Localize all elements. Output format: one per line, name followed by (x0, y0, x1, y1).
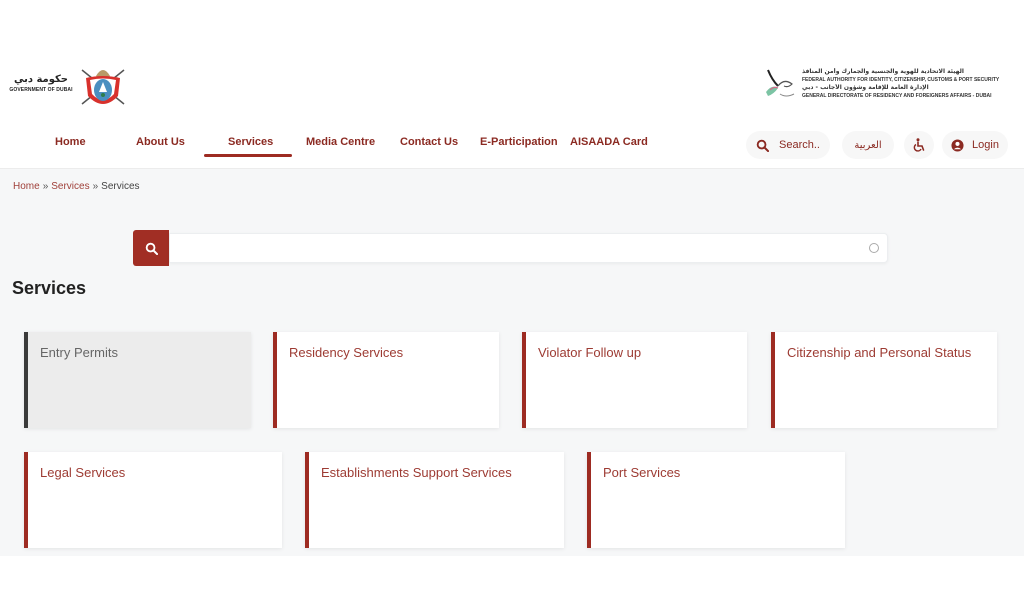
nav-item-aisaada-card[interactable]: AISAADA Card (570, 136, 648, 148)
search-icon (756, 139, 770, 152)
nav-item-about-us[interactable]: About Us (136, 136, 185, 148)
breadcrumb: Home» Services» Services (13, 181, 140, 192)
authority-line-3-ar: الإدارة العامة للإقامة وشؤون الأجانب - د… (802, 84, 929, 91)
services-search-field (169, 233, 888, 263)
service-card-legal-services[interactable]: Legal Services (24, 452, 282, 548)
authority-logo-text: الهيئة الاتحادية للهوية والجنسية والجمار… (802, 68, 1020, 100)
service-card-title: Violator Follow up (538, 345, 642, 360)
breadcrumb-separator: » (92, 181, 99, 192)
breadcrumb-separator: » (42, 181, 49, 192)
service-card-title: Entry Permits (40, 345, 119, 360)
nav-item-e-participation[interactable]: E-Participation (480, 136, 558, 148)
service-card-title: Port Services (603, 465, 681, 480)
authority-line-1-ar: الهيئة الاتحادية للهوية والجنسية والجمار… (802, 68, 964, 75)
search-icon (145, 242, 158, 255)
accessibility-button[interactable] (904, 131, 934, 159)
falcon-logo-icon (766, 69, 795, 97)
dubai-emblem-icon (81, 69, 125, 105)
service-card-citizenship-personal-status[interactable]: Citizenship and Personal Status (771, 332, 997, 428)
login-label: Login (972, 139, 999, 151)
site-header: حكومة دبي GOVERNMENT OF DUBAI الهيئة الا… (0, 0, 1024, 168)
gov-logo-text: حكومة دبي GOVERNMENT OF DUBAI (4, 74, 78, 93)
header-search-label: Search.. (779, 139, 820, 151)
nav-item-services[interactable]: Services (228, 136, 273, 148)
gov-logo-english: GOVERNMENT OF DUBAI (9, 87, 73, 93)
service-card-establishments-support[interactable]: Establishments Support Services (305, 452, 564, 548)
service-card-residency-services[interactable]: Residency Services (273, 332, 499, 428)
active-nav-indicator (204, 154, 292, 157)
user-circle-icon (951, 138, 964, 152)
service-card-title: Establishments Support Services (321, 465, 512, 480)
page-title: Services (12, 278, 87, 298)
services-search-input[interactable] (170, 234, 850, 262)
nav-item-contact-us[interactable]: Contact Us (400, 136, 458, 148)
service-card-violator-follow-up[interactable]: Violator Follow up (522, 332, 747, 428)
language-switch-button[interactable]: العربية (842, 131, 894, 159)
main-nav: Home About Us Services Media Centre Cont… (0, 128, 740, 160)
federal-authority-logo[interactable]: الهيئة الاتحادية للهوية والجنسية والجمار… (762, 66, 1020, 106)
breadcrumb-services[interactable]: Services (51, 181, 89, 192)
main-content: Home» Services» Services Services Entry Pe… (0, 168, 1024, 556)
breadcrumb-home[interactable]: Home (13, 181, 40, 192)
services-search (133, 230, 888, 266)
nav-item-home[interactable]: Home (55, 136, 86, 148)
service-card-title: Residency Services (289, 345, 404, 360)
header-search-button[interactable]: Search.. (746, 131, 830, 159)
services-search-button[interactable] (133, 230, 169, 266)
service-card-title: Citizenship and Personal Status (787, 345, 972, 360)
service-card-entry-permits[interactable]: Entry Permits (24, 332, 251, 428)
authority-line-4-en: GENERAL DIRECTORATE OF RESIDENCY AND FOR… (802, 93, 992, 99)
service-card-title: Legal Services (40, 465, 126, 480)
clear-search-icon[interactable] (869, 243, 879, 253)
login-button[interactable]: Login (942, 131, 1008, 159)
gov-logo-arabic: حكومة دبي (13, 74, 69, 85)
service-card-port-services[interactable]: Port Services (587, 452, 845, 548)
government-of-dubai-logo[interactable]: حكومة دبي GOVERNMENT OF DUBAI (4, 62, 128, 112)
nav-item-media-centre[interactable]: Media Centre (306, 136, 375, 148)
breadcrumb-current: Services (101, 181, 140, 192)
language-label: العربية (854, 139, 882, 151)
wheelchair-icon (913, 138, 925, 152)
authority-line-2-en: FEDERAL AUTHORITY FOR IDENTITY, CITIZENS… (802, 77, 1000, 83)
